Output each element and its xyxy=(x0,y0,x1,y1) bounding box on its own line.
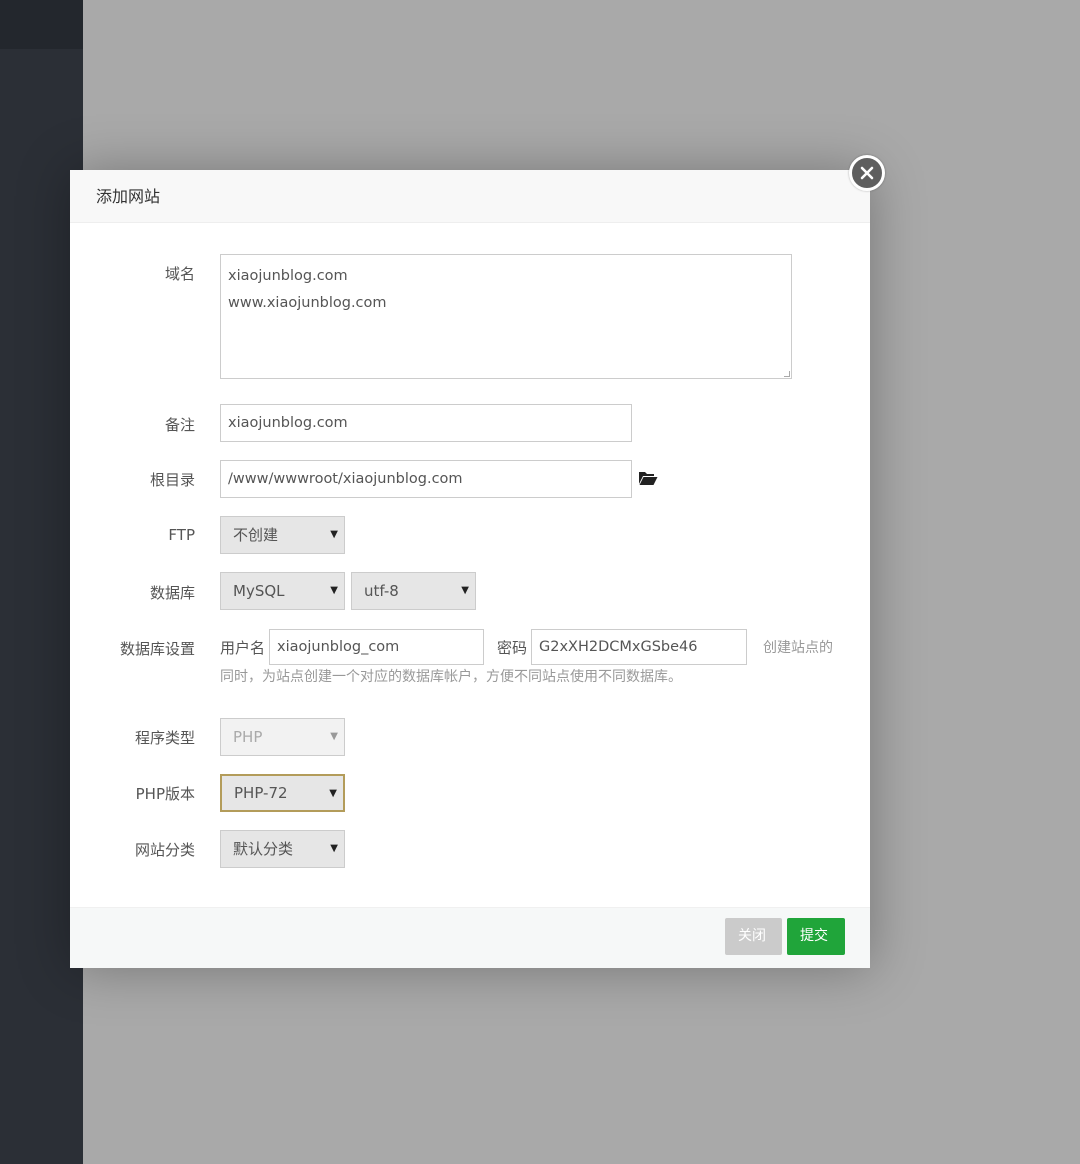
submit-button[interactable]: 提交 xyxy=(787,918,845,955)
dialog-close-button[interactable] xyxy=(849,155,885,191)
db-password-input[interactable]: G2xXH2DCMxGSbe46 xyxy=(531,629,747,665)
db-username-input[interactable]: xiaojunblog_com xyxy=(269,629,484,665)
site-category-select[interactable]: 默认分类 ▼ xyxy=(220,830,345,868)
dialog-footer: 关闭 提交 xyxy=(70,907,870,968)
note-label: 备注 xyxy=(164,416,195,434)
caret-down-icon: ▼ xyxy=(330,731,338,742)
php-version-select[interactable]: PHP-72 ▼ xyxy=(220,774,345,812)
caret-down-icon: ▼ xyxy=(330,843,338,854)
program-type-label: 程序类型 xyxy=(134,729,195,747)
close-icon xyxy=(860,166,874,180)
site-category-label: 网站分类 xyxy=(134,841,195,859)
site-category-selected: 默认分类 xyxy=(233,840,294,858)
caret-down-icon: ▼ xyxy=(461,585,469,596)
database-type-select[interactable]: MySQL ▼ xyxy=(220,572,345,610)
root-dir-label: 根目录 xyxy=(149,471,195,489)
add-site-dialog: 添加网站 域名 xiaojunblog.com www.xiaojunblog.… xyxy=(70,155,885,968)
domain-line-1: xiaojunblog.com xyxy=(228,268,348,284)
domain-line-2: www.xiaojunblog.com xyxy=(228,295,387,311)
note-input[interactable]: xiaojunblog.com xyxy=(220,404,632,442)
database-charset-selected: utf-8 xyxy=(364,582,399,600)
ftp-selected: 不创建 xyxy=(233,526,279,544)
db-password-label: 密码 xyxy=(497,639,528,657)
db-username-label: 用户名 xyxy=(220,639,266,657)
folder-open-icon[interactable] xyxy=(638,470,658,486)
database-charset-select[interactable]: utf-8 ▼ xyxy=(351,572,476,610)
close-button[interactable]: 关闭 xyxy=(725,918,782,955)
dialog-title: 添加网站 xyxy=(70,170,870,223)
php-version-selected: PHP-72 xyxy=(234,784,288,802)
db-hint-line2: 同时，为站点创建一个对应的数据库帐户，方便不同站点使用不同数据库。 xyxy=(220,669,682,685)
php-version-label: PHP版本 xyxy=(135,785,195,803)
caret-down-icon: ▼ xyxy=(330,585,338,596)
database-type-selected: MySQL xyxy=(233,582,285,600)
caret-down-icon: ▼ xyxy=(330,529,338,540)
sidebar-header xyxy=(0,0,83,49)
domain-label: 域名 xyxy=(164,265,195,283)
textarea-resize-handle[interactable] xyxy=(784,371,790,377)
database-label: 数据库 xyxy=(149,584,195,602)
caret-down-icon: ▼ xyxy=(329,788,337,799)
domain-textarea[interactable]: xiaojunblog.com www.xiaojunblog.com xyxy=(220,254,792,379)
program-type-selected: PHP xyxy=(233,728,263,746)
root-dir-input[interactable]: /www/wwwroot/xiaojunblog.com xyxy=(220,460,632,498)
ftp-select[interactable]: 不创建 ▼ xyxy=(220,516,345,554)
program-type-select: PHP ▼ xyxy=(220,718,345,756)
ftp-label: FTP xyxy=(168,526,195,544)
db-hint-line1: 创建站点的 xyxy=(763,640,833,656)
db-settings-label: 数据库设置 xyxy=(119,640,195,658)
